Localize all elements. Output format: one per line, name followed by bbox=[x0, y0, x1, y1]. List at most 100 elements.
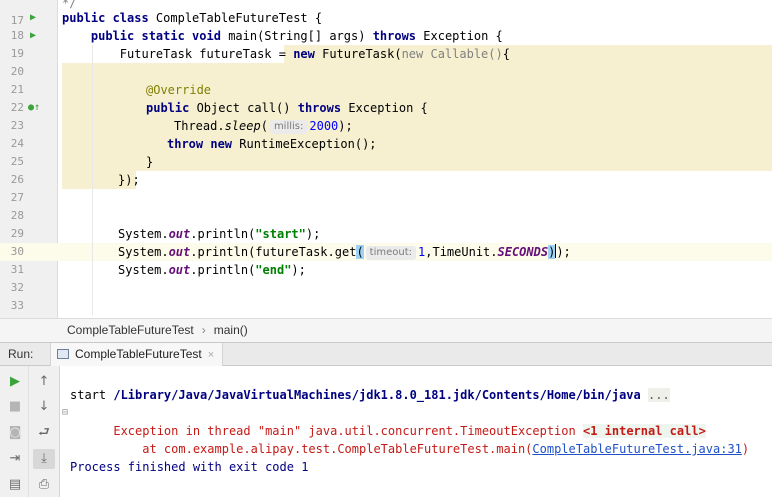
exception-type: Exception { bbox=[348, 101, 428, 115]
run-tab-label: CompleTableFutureTest bbox=[75, 347, 202, 361]
code-line-29: 29 bbox=[0, 207, 772, 240]
run-tab-configuration[interactable]: CompleTableFutureTest × bbox=[50, 343, 224, 366]
code-line-27: 27 }); bbox=[0, 171, 772, 204]
keyword: new bbox=[293, 47, 323, 61]
console-process-finished: Process finished with exit code 1 bbox=[70, 460, 309, 474]
arrow-up-icon[interactable]: ↑ bbox=[33, 372, 55, 392]
breadcrumb-item-method[interactable]: main() bbox=[214, 323, 248, 337]
method-call: .println(futureTask.get bbox=[190, 245, 357, 259]
static-field: out bbox=[168, 245, 191, 259]
console-exception-line: ⊟ Exception in thread "main" java.util.co… bbox=[62, 404, 706, 438]
paren: ( bbox=[260, 119, 268, 133]
print-icon[interactable]: ⎙ bbox=[33, 475, 55, 495]
stacktrace-prefix: at com.example.alipay.test.CompleTableFu… bbox=[113, 442, 533, 456]
run-toolbar-primary: ▶ ■ ◙ ⇥ ▤ bbox=[0, 366, 29, 497]
code-line-20: 20 FutureTask futureTask = new FutureTas… bbox=[0, 45, 772, 78]
statement-end: ); bbox=[305, 227, 321, 241]
expand-command-ellipsis[interactable]: ... bbox=[648, 388, 670, 402]
exit-icon[interactable]: ⇥ bbox=[4, 449, 26, 469]
scroll-to-end-icon[interactable]: ⤓ bbox=[33, 449, 55, 469]
stacktrace-suffix: ) bbox=[741, 442, 750, 456]
code-line-25: 25 throw new RuntimeException(); bbox=[0, 135, 772, 168]
breadcrumb: CompleTableFutureTest › main() bbox=[0, 318, 772, 342]
keyword: public class bbox=[62, 11, 156, 25]
code-line-33: 33 bbox=[0, 279, 772, 312]
statement-end: ); bbox=[556, 245, 571, 259]
settings-icon[interactable]: ▤ bbox=[4, 475, 26, 495]
camera-icon[interactable]: ◙ bbox=[4, 423, 26, 443]
console-command-line: /Library/Java/JavaVirtualMachines/jdk1.8… bbox=[70, 368, 670, 402]
statement-end: ); bbox=[338, 119, 353, 133]
method-signature: Object call() bbox=[196, 101, 298, 115]
code-line-31: 31 System.out.println(futureTask.get(tim… bbox=[0, 243, 772, 276]
run-tool-window-header: Run: CompleTableFutureTest × bbox=[0, 342, 772, 366]
keyword: public bbox=[146, 101, 197, 115]
code-line-34: 34 bbox=[0, 297, 772, 318]
code-line-21: 21 bbox=[0, 63, 772, 96]
run-gutter-icon[interactable]: ▶ bbox=[30, 27, 36, 45]
soft-wrap-icon[interactable]: ⮐ bbox=[33, 423, 55, 443]
code-line-28: 28 bbox=[0, 189, 772, 222]
brace: } bbox=[146, 155, 154, 169]
matched-paren: ) bbox=[548, 245, 556, 259]
exception-type: Exception { bbox=[423, 29, 503, 43]
static-field: out bbox=[168, 263, 191, 277]
run-label: Run: bbox=[8, 347, 34, 361]
play-icon[interactable]: ▶ bbox=[4, 372, 26, 392]
breadcrumb-item-class[interactable]: CompleTableFutureTest bbox=[67, 323, 194, 337]
enum-ref: ,TimeUnit. bbox=[425, 245, 498, 259]
stop-icon[interactable]: ■ bbox=[4, 397, 26, 417]
code-line-24: 24 Thread.sleep(millis: 2000); bbox=[0, 117, 772, 150]
run-tool-window: ▶ ■ ◙ ⇥ ▤ ↑ ↓ ⮐ ⤓ ⎙ /Library/Java/JavaVi… bbox=[0, 366, 772, 497]
console-stacktrace-line: at com.example.alipay.test.CompleTableFu… bbox=[70, 422, 749, 456]
code-line-26: 26 } bbox=[0, 153, 772, 186]
keyword: throw bbox=[167, 137, 211, 151]
class-ref: System. bbox=[118, 263, 169, 277]
code-editor[interactable]: 17 */ 18 ▶ public class CompleTableFutur… bbox=[0, 0, 772, 318]
statement-end: ); bbox=[291, 263, 306, 277]
method-call: .println( bbox=[190, 263, 256, 277]
parameter-hint: millis: bbox=[269, 120, 308, 134]
console-icon bbox=[57, 349, 69, 359]
annotation: @Override bbox=[146, 83, 212, 97]
arrow-down-icon[interactable]: ↓ bbox=[33, 397, 55, 417]
code-line-19: 19 ▶ public static void main(String[] ar… bbox=[0, 27, 772, 60]
folded-anonymous-class: new Callable() bbox=[401, 47, 503, 61]
code-line-30: 30 System.out.println("start"); bbox=[0, 225, 772, 258]
code-line-32: 32 System.out.println("end"); bbox=[0, 261, 772, 294]
run-gutter-icon[interactable]: ▶ bbox=[30, 9, 36, 27]
constructor-call: FutureTask( bbox=[322, 47, 402, 61]
java-command: /Library/Java/JavaVirtualMachines/jdk1.8… bbox=[113, 388, 641, 402]
number-literal: 2000 bbox=[309, 119, 339, 133]
code-line-18: 18 ▶ public class CompleTableFutureTest … bbox=[0, 9, 772, 42]
brace: { bbox=[502, 47, 510, 61]
console-output-start: start bbox=[70, 388, 107, 402]
fold-marker-icon[interactable]: ⊟ bbox=[62, 404, 68, 422]
static-method: sleep bbox=[224, 119, 261, 133]
keyword: new bbox=[210, 137, 240, 151]
source-link[interactable]: CompleTableFutureTest.java:31 bbox=[532, 442, 742, 456]
brace: }); bbox=[118, 173, 140, 187]
code-line-23: 23 ●↑ public Object call() throws Except… bbox=[0, 99, 772, 132]
statement: FutureTask futureTask = bbox=[62, 47, 294, 61]
method-signature: main(String[] args) bbox=[228, 29, 373, 43]
override-gutter-icon[interactable]: ●↑ bbox=[28, 99, 40, 117]
class-ref: Thread. bbox=[174, 119, 225, 133]
close-icon[interactable]: × bbox=[208, 349, 214, 361]
run-toolbar-secondary: ↑ ↓ ⮐ ⤓ ⎙ bbox=[29, 366, 60, 497]
string-literal: "end" bbox=[255, 263, 292, 277]
class-declaration: CompleTableFutureTest { bbox=[155, 11, 323, 25]
matched-paren: ( bbox=[356, 245, 364, 259]
keyword: public static void bbox=[90, 29, 229, 43]
method-call: .println( bbox=[190, 227, 256, 241]
static-field: out bbox=[168, 227, 191, 241]
breadcrumb-separator: › bbox=[201, 323, 206, 337]
code-line-22: 22 @Override bbox=[0, 81, 772, 114]
keyword: throws bbox=[297, 101, 349, 115]
class-ref: System. bbox=[118, 245, 169, 259]
string-literal: "start" bbox=[255, 227, 306, 241]
indent-guide bbox=[92, 45, 93, 315]
constructor-call: RuntimeException(); bbox=[239, 137, 377, 151]
parameter-hint: timeout: bbox=[365, 246, 417, 260]
